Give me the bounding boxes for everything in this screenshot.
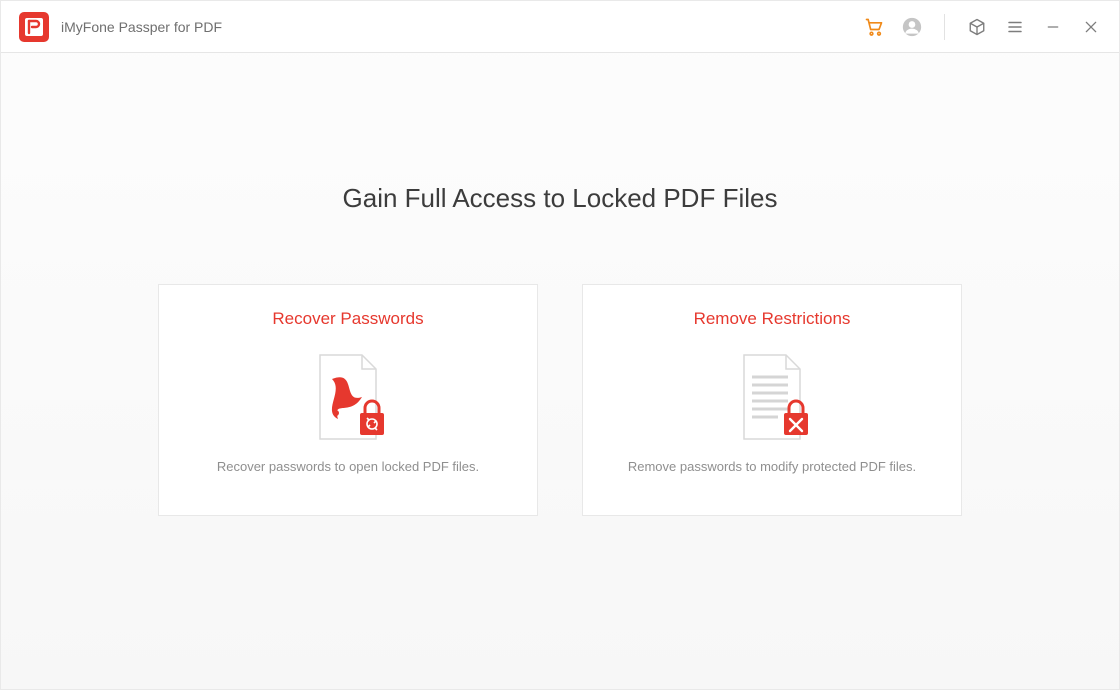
menu-icon[interactable] — [1005, 17, 1025, 37]
cart-icon[interactable] — [864, 17, 884, 37]
remove-restrictions-icon — [726, 347, 818, 447]
titlebar-separator — [944, 14, 945, 40]
option-cards: Recover Passwords — [158, 284, 962, 516]
remove-restrictions-desc: Remove passwords to modify protected PDF… — [628, 459, 916, 474]
remove-restrictions-card[interactable]: Remove Restrictions — [582, 284, 962, 516]
app-logo-icon — [19, 12, 49, 42]
app-window: iMyFone Passper for PDF — [0, 0, 1120, 690]
main-content: Gain Full Access to Locked PDF Files Rec… — [1, 53, 1119, 689]
remove-restrictions-title: Remove Restrictions — [694, 309, 851, 329]
close-button[interactable] — [1081, 17, 1101, 37]
recover-passwords-card[interactable]: Recover Passwords — [158, 284, 538, 516]
account-icon[interactable] — [902, 17, 922, 37]
cube-icon[interactable] — [967, 17, 987, 37]
titlebar-actions — [864, 14, 1101, 40]
recover-passwords-icon — [302, 347, 394, 447]
app-title: iMyFone Passper for PDF — [61, 19, 222, 35]
minimize-button[interactable] — [1043, 17, 1063, 37]
recover-passwords-title: Recover Passwords — [272, 309, 423, 329]
recover-passwords-desc: Recover passwords to open locked PDF fil… — [217, 459, 479, 474]
titlebar: iMyFone Passper for PDF — [1, 1, 1119, 53]
page-headline: Gain Full Access to Locked PDF Files — [343, 183, 778, 214]
